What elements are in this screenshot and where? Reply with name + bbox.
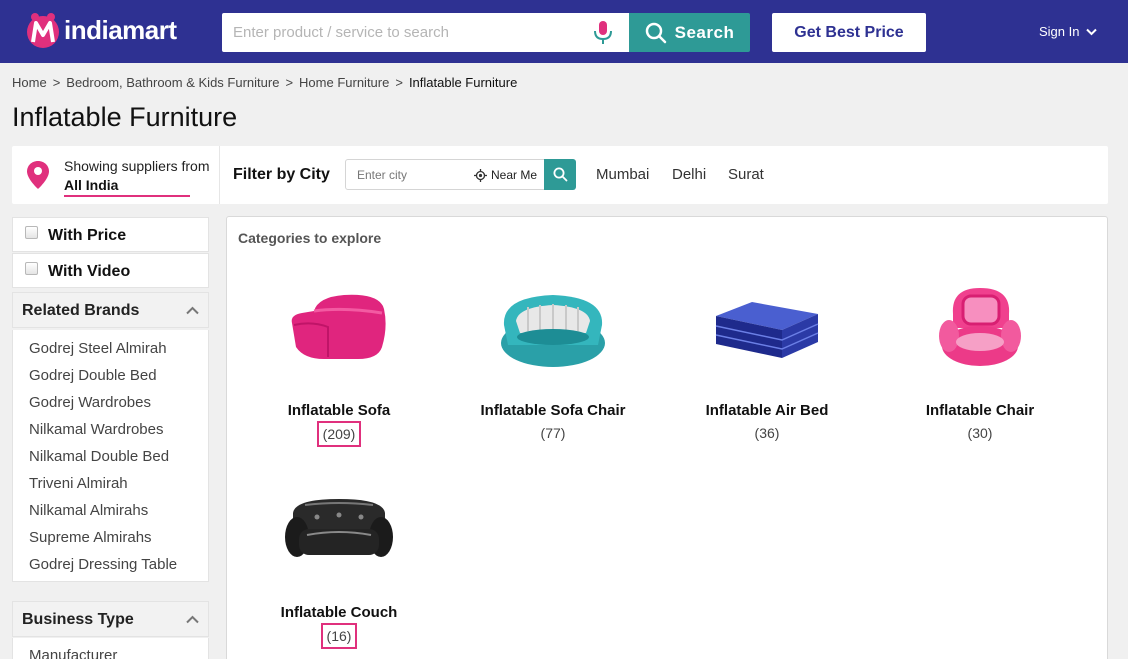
search-icon [553, 167, 567, 182]
category-name[interactable]: Inflatable Air Bed [660, 402, 874, 419]
with-price-checkbox[interactable] [25, 226, 38, 239]
with-price-label: With Price [48, 227, 127, 244]
categories-heading: Categories to explore [238, 230, 382, 246]
black-inflatable-couch-image[interactable] [232, 469, 446, 589]
logo-m-icon [24, 11, 62, 49]
sign-in-menu[interactable]: Sign In [1039, 24, 1098, 39]
city-link-mumbai[interactable]: Mumbai [596, 166, 649, 183]
breadcrumb-home[interactable]: Home [12, 75, 47, 90]
breadcrumb-separator: > [395, 75, 403, 90]
business-type-link[interactable]: Manufacturer [29, 647, 117, 659]
category-card[interactable]: Inflatable Couch (16) [232, 469, 446, 659]
location-value: All India [64, 177, 119, 193]
brand-link[interactable]: Godrej Steel Almirah [29, 340, 167, 357]
city-search-button[interactable] [544, 159, 576, 190]
top-navigation-bar: indiamart Search Get Best Price Sign In [0, 0, 1128, 63]
breadcrumb: Home > Bedroom, Bathroom & Kids Furniture >… [12, 75, 517, 90]
category-count: (77) [540, 425, 566, 441]
category-count-highlight: (16) [320, 623, 358, 649]
sign-in-label: Sign In [1039, 24, 1080, 39]
category-card[interactable]: Inflatable Sofa Chair (77) [446, 267, 660, 457]
category-count: (30) [967, 425, 993, 441]
related-brands-header[interactable]: Related Brands [12, 292, 209, 328]
microphone-icon[interactable] [592, 20, 614, 46]
with-video-filter[interactable]: With Video [12, 253, 209, 288]
breadcrumb-current: Inflatable Furniture [408, 75, 518, 90]
category-name[interactable]: Inflatable Sofa Chair [446, 402, 660, 419]
related-brands-title: Related Brands [22, 302, 140, 319]
chevron-up-icon [186, 306, 199, 315]
breadcrumb-bedroom-furniture[interactable]: Bedroom, Bathroom & Kids Furniture [66, 75, 279, 90]
filter-by-city-label: Filter by City [233, 166, 330, 183]
breadcrumb-separator: > [285, 75, 294, 90]
category-count: (16) [232, 623, 446, 649]
category-card[interactable]: Inflatable Chair (30) [873, 267, 1087, 457]
pink-inflatable-chair-image[interactable] [873, 267, 1087, 387]
category-card[interactable]: Inflatable Sofa (209) [232, 267, 446, 457]
brand-link[interactable]: Godrej Wardrobes [29, 394, 151, 411]
blue-air-bed-image[interactable] [660, 267, 874, 387]
location-pin-icon [26, 160, 50, 195]
business-type-title: Business Type [22, 611, 134, 628]
brand-link[interactable]: Godrej Double Bed [29, 367, 157, 384]
brand-link[interactable]: Supreme Almirahs [29, 529, 152, 546]
chevron-up-icon [186, 615, 199, 624]
categories-panel: Categories to explore Inflatable Sofa (2… [226, 216, 1108, 659]
business-type-header[interactable]: Business Type [12, 601, 209, 637]
category-name[interactable]: Inflatable Sofa [232, 402, 446, 419]
brand-link[interactable]: Nilkamal Double Bed [29, 448, 169, 465]
related-brands-list: Godrej Steel Almirah Godrej Double Bed G… [12, 330, 209, 582]
filter-bar: Showing suppliers from All India Filter … [12, 146, 1108, 204]
city-input-box: Near Me [345, 159, 545, 190]
brand-link[interactable]: Nilkamal Almirahs [29, 502, 148, 519]
brand-link[interactable]: Godrej Dressing Table [29, 556, 177, 573]
search-icon [645, 22, 666, 43]
with-video-label: With Video [48, 263, 131, 280]
chevron-down-icon [1086, 28, 1098, 35]
with-price-filter[interactable]: With Price [12, 217, 209, 252]
breadcrumb-home-furniture[interactable]: Home Furniture [299, 75, 389, 90]
city-input[interactable] [346, 160, 466, 189]
logo-text: indiamart [64, 14, 177, 45]
search-button-label: Search [674, 22, 735, 42]
search-box [222, 13, 629, 52]
category-name[interactable]: Inflatable Couch [232, 604, 446, 621]
category-name[interactable]: Inflatable Chair [873, 402, 1087, 419]
brand-link[interactable]: Triveni Almirah [29, 475, 128, 492]
breadcrumb-separator: > [52, 75, 61, 90]
page-title: Inflatable Furniture [12, 102, 238, 132]
category-count: (36) [754, 425, 780, 441]
near-me-button[interactable]: Near Me [474, 168, 537, 182]
category-count-highlight: (209) [316, 421, 362, 447]
near-me-label: Near Me [491, 168, 538, 182]
get-best-price-button[interactable]: Get Best Price [772, 13, 926, 52]
city-link-surat[interactable]: Surat [728, 166, 764, 183]
crosshair-icon [474, 168, 487, 182]
location-selector[interactable]: Showing suppliers from All India [12, 146, 220, 204]
category-card[interactable]: Inflatable Air Bed (36) [660, 267, 874, 457]
location-caption: Showing suppliers from [64, 158, 210, 174]
location-underline [64, 195, 190, 197]
indiamart-logo[interactable]: indiamart [24, 10, 177, 50]
category-count: (209) [232, 421, 446, 447]
pink-inflatable-sofa-image[interactable] [232, 267, 446, 387]
with-video-checkbox[interactable] [25, 262, 38, 275]
search-input[interactable] [222, 13, 582, 52]
city-link-delhi[interactable]: Delhi [672, 166, 706, 183]
search-button[interactable]: Search [629, 13, 750, 52]
business-type-list: Manufacturer [12, 638, 209, 659]
teal-inflatable-sofa-chair-image[interactable] [446, 267, 660, 387]
brand-link[interactable]: Nilkamal Wardrobes [29, 421, 163, 438]
